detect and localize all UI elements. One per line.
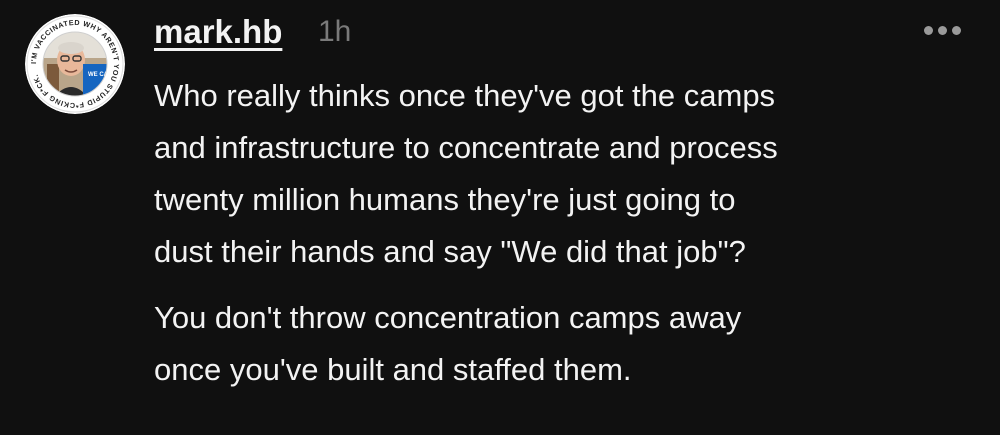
author-avatar[interactable]: I'M VACCINATED WHY AREN'T YOU STUPID F*C… <box>25 14 125 114</box>
ellipsis-icon <box>951 25 961 35</box>
thread-post: I'M VACCINATED WHY AREN'T YOU STUPID F*C… <box>0 0 1000 435</box>
ellipsis-icon <box>923 25 933 35</box>
more-options-button[interactable] <box>918 16 966 44</box>
post-timestamp: 1h <box>318 15 352 48</box>
avatar-image: I'M VACCINATED WHY AREN'T YOU STUPID F*C… <box>25 14 125 114</box>
post-paragraph: Who really thinks once they've got the c… <box>154 78 778 269</box>
ellipsis-icon <box>937 25 947 35</box>
post-body: Who really thinks once they've got the c… <box>154 70 984 396</box>
post-paragraph: You don't throw concentration camps away… <box>154 300 742 387</box>
author-username[interactable]: mark.hb <box>154 12 282 52</box>
